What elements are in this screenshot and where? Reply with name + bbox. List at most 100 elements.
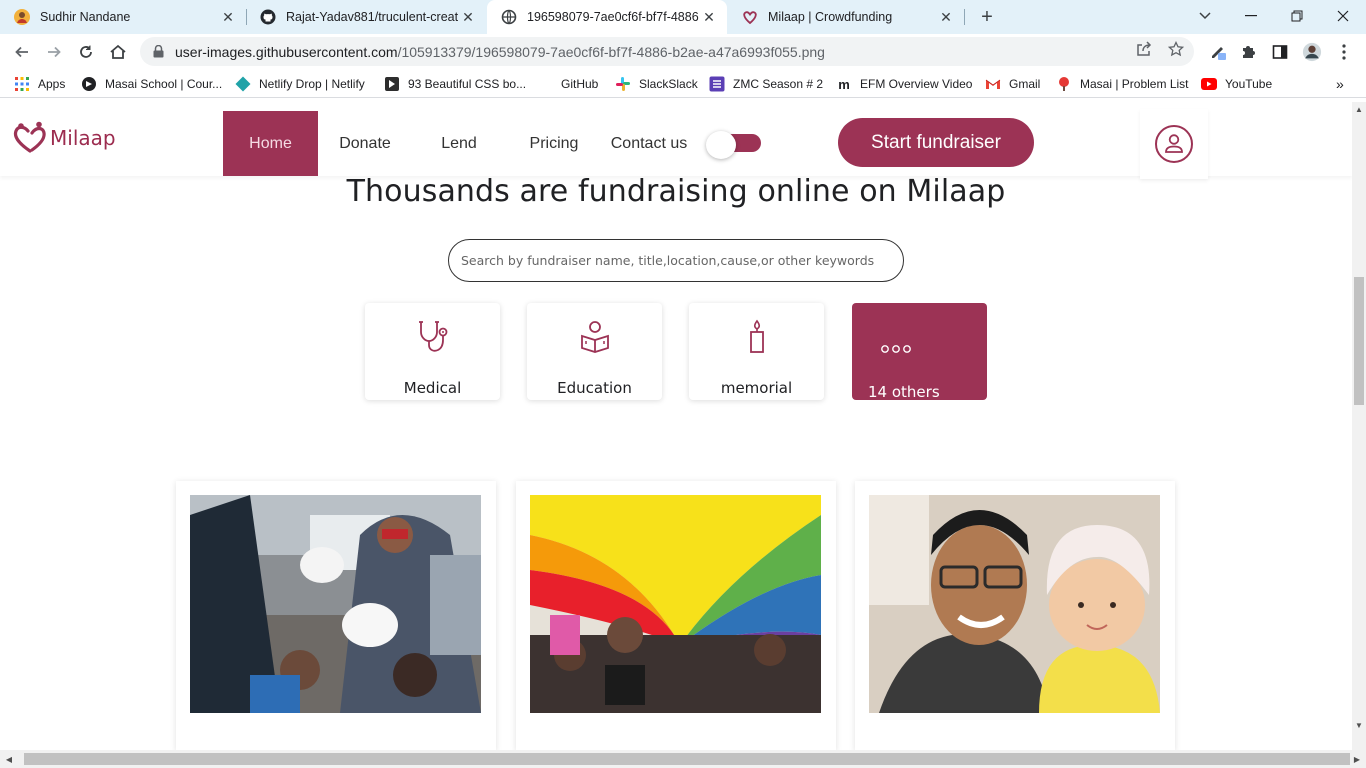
bookmark-label: Masai | Problem List [1080, 77, 1189, 91]
side-panel-icon[interactable] [1270, 42, 1290, 62]
category-label: 14 others [868, 383, 940, 401]
bookmark-youtube[interactable]: YouTube [1201, 75, 1272, 93]
bookmark-label: EFM Overview Video [860, 77, 973, 91]
tab-title: Sudhir Nandane [40, 10, 131, 24]
url-host: user-images.githubusercontent.com [175, 43, 398, 60]
bookmark-label: YouTube [1225, 77, 1273, 91]
close-tab-icon[interactable]: ✕ [218, 7, 238, 27]
category-label: Medical [403, 379, 462, 397]
tab-search-chevron-icon[interactable] [1182, 0, 1228, 32]
tab-image-active[interactable]: 196598079-7ae0cf6f-bf7f-4886-b ✕ [487, 0, 727, 34]
pen-extension-icon[interactable] [1208, 42, 1228, 62]
bookmark-gmail[interactable]: Gmail [985, 75, 1040, 93]
start-fundraiser-button[interactable]: Start fundraiser [838, 118, 1034, 167]
more-bookmarks-chevron-icon[interactable]: » [1336, 75, 1344, 93]
horizontal-scroll-thumb[interactable] [24, 753, 1350, 765]
bookmark-zmc[interactable]: ZMC Season # 2 [709, 75, 823, 93]
vertical-scrollbar[interactable]: ▲ ▼ [1352, 102, 1366, 750]
nav-contact-us[interactable]: Contact us [604, 111, 694, 176]
scroll-right-arrow-icon[interactable]: ▶ [1350, 752, 1364, 766]
close-window-icon[interactable] [1320, 0, 1366, 32]
extensions-puzzle-icon[interactable] [1238, 42, 1258, 62]
site-header: Milaap Home Donate Lend Pricing Contact … [0, 102, 1352, 179]
address-bar[interactable]: user-images.githubusercontent.com/105913… [140, 37, 1194, 66]
bookmarks-bar: Apps Masai School | Cour... Netlify Drop… [0, 70, 1366, 98]
forward-arrow-icon[interactable] [42, 40, 66, 64]
gmail-icon [985, 76, 1001, 92]
reading-person-icon [527, 319, 662, 355]
category-education[interactable]: Education [527, 303, 662, 400]
theme-toggle-switch[interactable] [706, 131, 761, 159]
rainbow-flag-rally-photo [530, 495, 821, 713]
restore-window-icon[interactable] [1274, 0, 1320, 32]
bookmark-github[interactable]: GitHub [537, 75, 598, 93]
close-tab-icon[interactable]: ✕ [699, 7, 719, 27]
milaap-heart-logo-icon [13, 121, 46, 153]
nav-donate[interactable]: Donate [330, 111, 400, 176]
horizontal-scrollbar[interactable]: ◀ ▶ [0, 750, 1366, 768]
toggle-knob [706, 131, 736, 159]
apps-grid-icon [14, 76, 30, 92]
url-text: user-images.githubusercontent.com/105913… [175, 44, 825, 60]
github-icon [260, 9, 276, 25]
tab-separator [964, 9, 965, 25]
globe-icon [501, 9, 517, 25]
share-icon[interactable] [1134, 39, 1154, 59]
url-path: /105913379/196598079-7ae0cf6f-bf7f-4886-… [397, 43, 825, 60]
user-profile-icon [1155, 125, 1193, 163]
youtube-icon [1201, 76, 1217, 92]
bookmark-label: Apps [38, 77, 66, 91]
tab-title: 196598079-7ae0cf6f-bf7f-4886-b [527, 10, 699, 24]
fundraiser-card[interactable] [176, 481, 496, 750]
bookmark-masai-problem-list[interactable]: Masai | Problem List [1056, 75, 1189, 93]
page-viewport: Milaap Home Donate Lend Pricing Contact … [0, 102, 1352, 750]
tab-github-repo[interactable]: Rajat-Yadav881/truculent-creatur ✕ [246, 0, 486, 34]
nav-home[interactable]: Home [223, 111, 318, 176]
home-icon[interactable] [106, 40, 130, 64]
tab-title: Milaap | Crowdfunding [768, 10, 893, 24]
bookmark-star-icon[interactable] [1166, 39, 1186, 59]
bookmark-netlify[interactable]: Netlify Drop | Netlify [235, 75, 365, 93]
more-menu-icon[interactable] [1334, 42, 1354, 62]
profile-avatar-icon[interactable] [1302, 42, 1322, 62]
profile-avatar-icon [14, 9, 30, 25]
fundraiser-card[interactable] [855, 481, 1175, 750]
bookmark-css-boxes[interactable]: 93 Beautiful CSS bo... [384, 75, 526, 93]
profile-button[interactable] [1140, 109, 1208, 179]
milaap-icon [742, 9, 758, 25]
bookmark-label: SlackSlack [639, 77, 698, 91]
back-arrow-icon[interactable] [10, 40, 34, 64]
nav-pricing[interactable]: Pricing [520, 111, 588, 176]
bookmark-efm-video[interactable]: m EFM Overview Video [836, 75, 972, 93]
lock-icon[interactable] [153, 45, 165, 59]
fundraiser-search-input[interactable] [448, 239, 904, 282]
bookmark-label: ZMC Season # 2 [733, 77, 824, 91]
close-tab-icon[interactable]: ✕ [936, 7, 956, 27]
tab-sudhir-nandane[interactable]: Sudhir Nandane ✕ [0, 0, 246, 34]
zmc-icon [709, 76, 725, 92]
minimize-window-icon[interactable] [1228, 0, 1274, 32]
bookmark-apps[interactable]: Apps [14, 75, 65, 93]
bookmark-masai-school[interactable]: Masai School | Cour... [81, 75, 222, 93]
reload-icon[interactable] [74, 40, 98, 64]
vertical-scroll-thumb[interactable] [1354, 277, 1364, 405]
nav-lend[interactable]: Lend [430, 111, 488, 176]
efm-icon: m [838, 76, 850, 92]
category-label: Education [557, 379, 632, 397]
milaap-logo[interactable]: Milaap [10, 121, 116, 155]
close-tab-icon[interactable]: ✕ [458, 7, 478, 27]
new-tab-plus-icon[interactable]: + [976, 6, 998, 28]
scroll-left-arrow-icon[interactable]: ◀ [2, 752, 16, 766]
bookmark-label: Masai School | Cour... [105, 77, 223, 91]
tab-milaap[interactable]: Milaap | Crowdfunding ✕ [728, 0, 964, 34]
bookmark-slack[interactable]: SlackSlack [615, 75, 698, 93]
netlify-icon [235, 76, 251, 92]
category-others[interactable]: 14 others [852, 303, 987, 401]
scroll-up-arrow-icon[interactable]: ▲ [1352, 102, 1366, 116]
category-memorial[interactable]: memorial [689, 303, 824, 400]
logo-text: Milaap [50, 126, 116, 150]
scroll-down-arrow-icon[interactable]: ▼ [1352, 718, 1366, 732]
fundraiser-card[interactable] [516, 481, 836, 750]
more-dots-icon [880, 331, 1015, 367]
category-medical[interactable]: Medical [365, 303, 500, 400]
